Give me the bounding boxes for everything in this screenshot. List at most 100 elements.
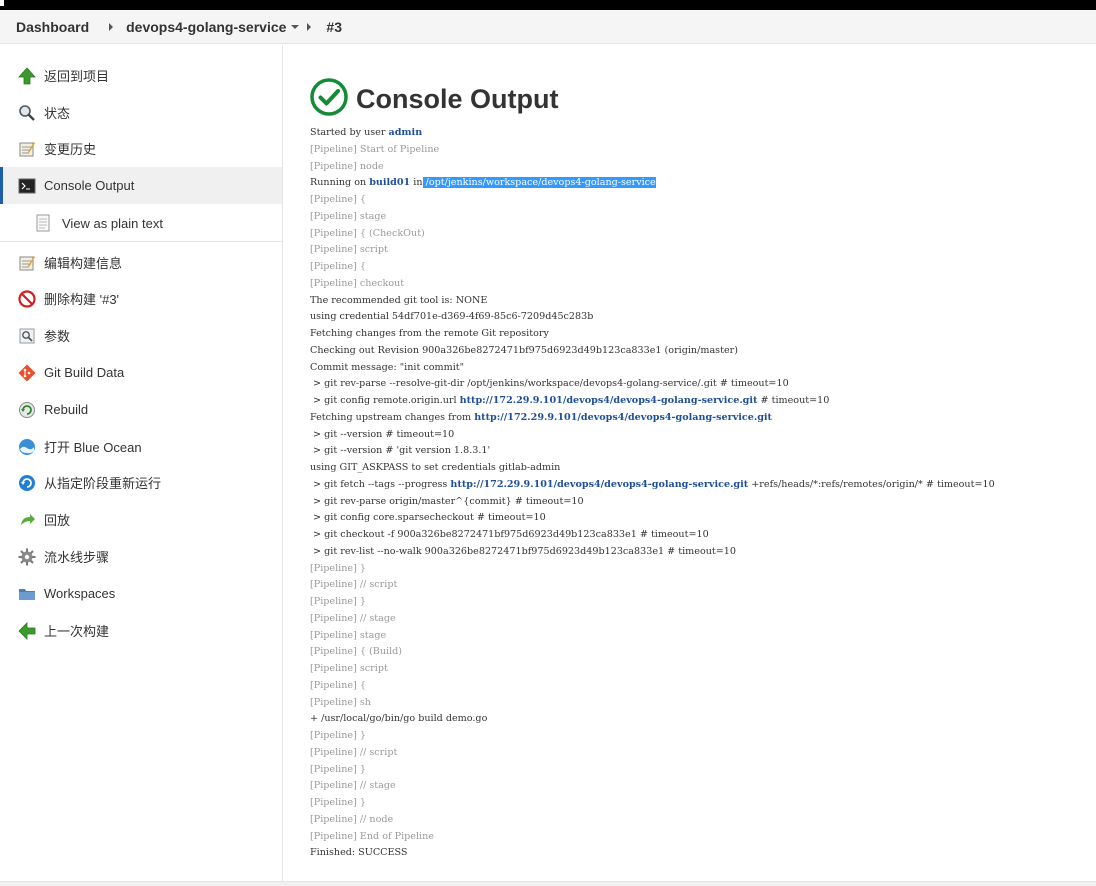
console-link[interactable]: admin [388, 127, 422, 138]
console-line: [Pipeline] Start of Pipeline [310, 142, 995, 159]
rebuild-icon [18, 401, 36, 419]
sidebar-item-pipeline-steps[interactable]: 流水线步骤 [0, 538, 282, 575]
console-line: [Pipeline] // script [310, 745, 995, 762]
console-text: [Pipeline] stage [310, 629, 387, 641]
console-text: [Pipeline] // node [310, 813, 394, 825]
breadcrumb-dashboard[interactable]: Dashboard [16, 19, 89, 35]
console-text: Commit message: "init commit" [310, 361, 465, 373]
console-line: [Pipeline] node [310, 159, 995, 176]
document-icon [34, 214, 52, 232]
sidebar-item-rebuild[interactable]: Rebuild [0, 391, 282, 428]
console-line: [Pipeline] { [310, 678, 995, 695]
sidebar: 返回到项目 状态 变更历史 Console Output View as pla… [0, 45, 283, 881]
console-line: [Pipeline] stage [310, 209, 995, 226]
console-text: > git rev-parse --resolve-git-dir /opt/j… [310, 378, 789, 390]
console-text: [Pipeline] } [310, 763, 366, 775]
console-text: Checking out Revision 900a326be8272471bf… [310, 344, 738, 356]
sidebar-item-label: 打开 Blue Ocean [44, 440, 142, 455]
console-line: > git config remote.origin.url http://17… [310, 393, 995, 410]
console-line: [Pipeline] // stage [310, 611, 995, 628]
console-text: Started by user [310, 127, 389, 138]
success-check-icon [310, 78, 348, 121]
console-line: [Pipeline] } [310, 594, 995, 611]
sidebar-item-label: 状态 [44, 106, 71, 121]
console-text: [Pipeline] checkout [310, 277, 405, 289]
sidebar-item-view-plain-text[interactable]: View as plain text [0, 205, 282, 242]
console-output: Started by user admin [Pipeline] Start of… [310, 125, 995, 862]
sidebar-item-replay[interactable]: 回放 [0, 501, 282, 538]
console-line: [Pipeline] { [310, 259, 995, 276]
top-header-bar [0, 0, 1096, 10]
console-text: [Pipeline] { (Build) [310, 646, 403, 658]
sidebar-item-edit-build-info[interactable]: 编辑构建信息 [0, 244, 282, 281]
gear-icon [18, 548, 36, 566]
console-text: [Pipeline] stage [310, 210, 387, 222]
console-link[interactable]: build01 [369, 177, 410, 188]
console-text: Finished: SUCCESS [310, 847, 408, 859]
console-line: [Pipeline] { [310, 192, 995, 209]
console-text: [Pipeline] node [310, 160, 384, 172]
console-line: > git rev-parse origin/master^{commit} #… [310, 494, 995, 511]
console-line: > git --version # 'git version 1.8.3.1' [310, 443, 995, 460]
console-text: using GIT_ASKPASS to set credentials git… [310, 462, 561, 473]
console-text: [Pipeline] Start of Pipeline [310, 143, 440, 155]
console-link[interactable]: http://172.29.9.101/devops4/devops4-gola… [474, 412, 772, 423]
blue-ocean-icon [18, 438, 36, 456]
sidebar-item-changes[interactable]: 变更历史 [0, 130, 282, 167]
console-text: +refs/heads/*:refs/remotes/origin/* # ti… [748, 478, 995, 490]
sidebar-item-label: View as plain text [62, 215, 163, 231]
console-text: [Pipeline] { [310, 679, 366, 691]
sidebar-item-blue-ocean[interactable]: 打开 Blue Ocean [0, 428, 282, 465]
console-text: > git config remote.origin.url [310, 395, 460, 406]
sidebar-item-status[interactable]: 状态 [0, 94, 282, 131]
console-line: > git rev-parse --resolve-git-dir /opt/j… [310, 376, 995, 393]
breadcrumb-build[interactable]: #3 [326, 19, 342, 35]
sidebar-item-previous-build[interactable]: 上一次构建 [0, 612, 282, 649]
console-line: [Pipeline] // node [310, 812, 995, 829]
restart-icon [18, 474, 36, 492]
console-text: [Pipeline] // stage [310, 780, 396, 792]
sidebar-item-back-to-project[interactable]: 返回到项目 [0, 57, 282, 94]
breadcrumb-job[interactable]: devops4-golang-service [126, 19, 286, 35]
sidebar-item-workspaces[interactable]: Workspaces [0, 575, 282, 612]
sidebar-item-git-build-data[interactable]: Git Build Data [0, 354, 282, 391]
console-line: [Pipeline] checkout [310, 276, 995, 293]
page-title: Console Output [356, 84, 559, 114]
console-text: [Pipeline] } [310, 562, 366, 574]
sidebar-item-label: 删除构建 '#3' [44, 292, 120, 307]
up-arrow-icon [18, 66, 36, 85]
console-text: [Pipeline] { [310, 194, 366, 205]
console-link[interactable]: http://172.29.9.101/devops4/devops4-gola… [460, 395, 758, 406]
console-text: Fetching upstream changes from [310, 411, 475, 423]
console-line: using GIT_ASKPASS to set credentials git… [310, 460, 995, 477]
sidebar-item-delete-build[interactable]: 删除构建 '#3' [0, 280, 282, 317]
console-line: using credential 54df701e-d369-4f69-85c6… [310, 309, 995, 326]
console-text: > git config core.sparsecheckout # timeo… [310, 512, 546, 524]
breadcrumb-separator-icon [307, 22, 312, 31]
console-text: [Pipeline] End of Pipeline [310, 830, 434, 842]
console-line: Running on build01 in /opt/jenkins/works… [310, 175, 995, 192]
sidebar-item-console-output[interactable]: Console Output [0, 167, 282, 204]
sidebar-item-restart-from-stage[interactable]: 从指定阶段重新运行 [0, 464, 282, 501]
console-text: [Pipeline] } [310, 596, 366, 607]
console-line: [Pipeline] sh [310, 695, 995, 712]
console-line: [Pipeline] // stage [310, 778, 995, 795]
console-text: + /usr/local/go/bin/go build demo.go [310, 713, 488, 725]
job-dropdown-icon[interactable] [291, 24, 300, 29]
console-text: [Pipeline] } [310, 797, 366, 808]
console-text: [Pipeline] script [310, 244, 388, 256]
console-line: [Pipeline] End of Pipeline [310, 829, 995, 846]
sidebar-item-label: 编辑构建信息 [44, 256, 123, 271]
sidebar-item-label: 回放 [44, 513, 71, 528]
search-icon [18, 104, 36, 122]
sidebar-item-parameters[interactable]: 参数 [0, 317, 282, 354]
page-header: Console Output [310, 78, 558, 121]
console-line: > git checkout -f 900a326be8272471bf975d… [310, 527, 995, 544]
jenkins-logo-icon[interactable] [0, 0, 4, 6]
folder-icon [18, 585, 36, 603]
console-text: [Pipeline] script [310, 663, 388, 674]
console-line: Started by user admin [310, 125, 995, 142]
console-text: > git checkout -f 900a326be8272471bf975d… [310, 529, 709, 540]
console-link[interactable]: http://172.29.9.101/devops4/devops4-gola… [450, 479, 748, 490]
console-line: [Pipeline] } [310, 762, 995, 779]
